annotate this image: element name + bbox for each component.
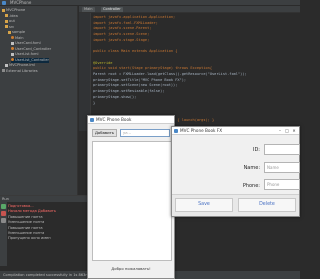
run-panel-header: Run <box>0 196 100 202</box>
list-window-title: MVC Phone Book <box>96 117 132 122</box>
code-line: public class Main extends Application { <box>93 49 178 54</box>
code-line: import javafx.application.Application; <box>93 15 176 19</box>
editor-tab-bar: Main Controller <box>79 6 300 13</box>
tree-item-label: UserList_Controller <box>15 57 49 62</box>
library-icon <box>2 69 5 72</box>
tree-item[interactable]: MVCPhone <box>2 8 25 13</box>
java-app-icon <box>90 118 94 122</box>
tree-item[interactable]: UserCard_Controller <box>11 47 51 52</box>
java-class-icon <box>11 36 14 39</box>
folder-icon <box>8 30 11 34</box>
line-number-gutter <box>79 13 91 131</box>
tree-item-label: UserCard_Controller <box>15 46 52 51</box>
code-line: import javafx.fxml.FXMLLoader; <box>93 20 158 25</box>
folder-icon <box>5 25 8 28</box>
console-line: Повышение понта <box>8 225 43 230</box>
code-line: @Override <box>93 60 113 65</box>
phone-label: Phone: <box>242 183 260 189</box>
list-window-titlebar[interactable]: MVC Phone Book <box>88 116 174 124</box>
phone-field[interactable]: Phone <box>264 179 300 190</box>
code-line: primaryStage.setTitle("MVC Phone Book FX… <box>93 77 187 82</box>
folder-icon <box>5 14 8 17</box>
tree-item[interactable]: src <box>5 25 14 30</box>
welcome-label: Добро пожаловать! <box>111 266 151 271</box>
java-class-icon <box>11 47 14 50</box>
tab-main[interactable]: Main <box>82 7 95 12</box>
tree-item-label: External Libraries <box>6 68 38 73</box>
rerun-icon[interactable] <box>1 204 6 209</box>
console-line: Уменьшение понта <box>8 220 45 225</box>
tree-item[interactable]: MVCPhone.iml <box>5 63 35 68</box>
delete-button[interactable]: Delete <box>238 198 296 212</box>
code-editor[interactable]: import javafx.application.Application; im… <box>93 13 300 131</box>
tree-item[interactable]: Main <box>11 36 24 41</box>
console-line: Подготовка... <box>8 204 34 208</box>
folder-icon <box>5 19 8 23</box>
tree-item-label: UserList.fxml <box>15 52 39 56</box>
intellij-app-icon <box>2 1 6 5</box>
tree-item-label: Main <box>15 35 24 40</box>
code-line: primaryStage.setScene(new Scene(root)); <box>93 83 178 88</box>
tree-item-label: sample <box>12 30 26 34</box>
file-icon <box>11 41 14 45</box>
code-line: import javafx.stage.Stage; <box>93 37 150 42</box>
name-label: Name: <box>243 165 260 171</box>
run-panel: Run Подготовка... Начало метода Добавить П… <box>0 195 100 266</box>
code-line: public void start(Stage primaryStage) th… <box>93 66 212 71</box>
form-window-titlebar[interactable]: MVC Phone Book FX – □ ✕ <box>172 127 299 135</box>
tree-item-label: UserCard.fxml <box>15 41 41 45</box>
tree-item[interactable]: UserList.fxml <box>11 52 39 57</box>
add-button[interactable]: Добавить <box>92 129 117 137</box>
contact-list[interactable] <box>92 141 172 261</box>
console-line: Начало метода Добавить <box>8 209 57 214</box>
java-class-icon <box>11 58 14 61</box>
tree-item-label: MVCPhone.iml <box>9 63 35 67</box>
run-toolbar <box>0 202 7 266</box>
phone-book-form-window: MVC Phone Book FX – □ ✕ ID: Name: Name P… <box>171 126 300 217</box>
tree-item[interactable]: External Libraries <box>2 69 38 74</box>
status-message: Compilation completed successfully in 1s… <box>3 273 91 277</box>
minimize-icon[interactable]: – <box>277 128 283 134</box>
form-window-title: MVC Phone Book FX <box>180 128 223 133</box>
tree-item-label: out <box>9 19 15 23</box>
code-line: primaryStage.setResizable(false); <box>93 89 165 94</box>
code-line: } <box>93 100 96 105</box>
tab-controller[interactable]: Controller <box>101 7 123 12</box>
tree-item[interactable]: UserList_Controller <box>11 57 49 63</box>
tree-item[interactable]: out <box>5 19 15 24</box>
code-line: import javafx.scene.Parent; <box>93 26 152 31</box>
tree-item[interactable]: .idea <box>5 14 18 19</box>
code-line: Parent root = FXMLLoader.load(getClass()… <box>93 72 247 76</box>
folder-icon <box>2 8 5 12</box>
tree-item-label: MVCPhone <box>6 8 26 12</box>
maximize-icon[interactable]: □ <box>284 128 290 134</box>
save-button[interactable]: Save <box>175 198 233 212</box>
project-tree-panel: MVCPhone .idea out src sample Main UserCard.fx… <box>0 6 78 195</box>
scroll-icon[interactable] <box>1 218 6 223</box>
id-label: ID: <box>252 147 260 153</box>
phone-book-list-window: MVC Phone Book Добавить ул... Добро пожа… <box>87 115 175 279</box>
form-button-bar: Save Delete <box>172 194 299 216</box>
name-field[interactable]: Name <box>264 162 300 173</box>
tree-item-label: .idea <box>9 13 18 18</box>
tree-item[interactable]: sample <box>8 30 25 35</box>
console-line: Пропущено окно имен <box>8 236 51 241</box>
file-icon <box>11 52 14 56</box>
stop-icon[interactable] <box>1 211 6 216</box>
file-icon <box>5 63 8 67</box>
filter-input[interactable]: ул... <box>120 129 170 137</box>
tree-item-label: src <box>9 24 15 29</box>
code-line: import javafx.scene.Scene; <box>93 32 150 37</box>
console-line: Повышение понта <box>8 214 43 219</box>
id-field[interactable] <box>264 144 300 155</box>
tree-item[interactable]: UserCard.fxml <box>11 41 41 46</box>
java-app-icon <box>174 129 178 133</box>
close-icon[interactable]: ✕ <box>291 128 297 134</box>
code-line: primaryStage.show(); <box>93 94 137 99</box>
console-line: Уменьшение понта <box>8 231 45 235</box>
